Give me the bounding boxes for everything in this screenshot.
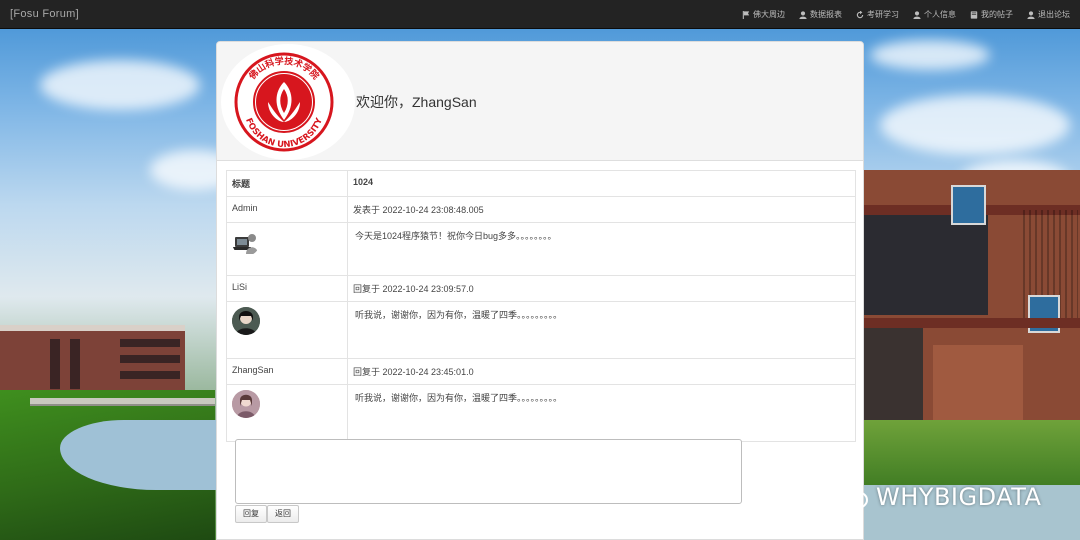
wechat-icon [833, 483, 868, 510]
nav-item-label: 数据报表 [810, 10, 842, 19]
post-meta: 回复于 2022-10-24 23:45:01.0 [347, 358, 856, 385]
nav-item-study[interactable]: 考研学习 [856, 9, 899, 20]
reply-textarea[interactable] [235, 439, 742, 504]
watermark: WHYBIGDATA [832, 482, 1041, 512]
table-row: 听我说，谢谢你，因为有你，温暖了四季。。。。。。。。。 [226, 384, 856, 442]
campus-building-right [863, 170, 1080, 425]
table-row: 听我说，谢谢你，因为有你，温暖了四季。。。。。。。。。 [226, 301, 856, 359]
nav-item-logout[interactable]: 退出论坛 [1027, 9, 1070, 20]
avatar [232, 390, 260, 418]
user-icon [799, 10, 807, 19]
title-label: 标题 [226, 170, 348, 197]
forum-brand[interactable]: [Fosu Forum] [10, 8, 79, 20]
post-author: Admin [226, 196, 348, 223]
flag-icon [742, 10, 750, 19]
post-meta: 回复于 2022-10-24 23:09:57.0 [347, 275, 856, 302]
thread-table: 标题 1024 Admin 发表于 2022-10-24 23:08:48.00… [226, 170, 856, 442]
post-author: ZhangSan [226, 358, 348, 385]
nav-menu: 佛大周边 数据报表 考研学习 个人信息 我的帖子 退出论坛 [742, 9, 1070, 20]
avatar [232, 307, 260, 335]
reply-button[interactable]: 回复 [235, 505, 267, 523]
back-button[interactable]: 返回 [267, 505, 299, 523]
refresh-icon [856, 10, 864, 18]
nav-item-fosu-nearby[interactable]: 佛大周边 [742, 9, 785, 20]
table-row: 标题 1024 [226, 170, 856, 197]
post-meta: 发表于 2022-10-24 23:08:48.005 [347, 196, 856, 223]
post-author: LiSi [226, 275, 348, 302]
campus-building-left [0, 325, 185, 395]
book-icon [970, 10, 978, 19]
thread-title: 1024 [347, 170, 856, 197]
user-icon [1027, 10, 1035, 19]
table-row: LiSi 回复于 2022-10-24 23:09:57.0 [226, 275, 856, 302]
nav-item-label: 佛大周边 [753, 10, 785, 19]
panel-header: 佛山科学技术学院 FOSHAN UNIVERSITY 欢迎你，ZhangSan [217, 42, 863, 161]
nav-item-label: 退出论坛 [1038, 10, 1070, 19]
nav-item-label: 考研学习 [867, 10, 899, 19]
thread-panel: 佛山科学技术学院 FOSHAN UNIVERSITY 欢迎你，ZhangSan … [216, 41, 864, 540]
nav-item-profile[interactable]: 个人信息 [913, 9, 956, 20]
table-row: Admin 发表于 2022-10-24 23:08:48.005 [226, 196, 856, 223]
user-icon [913, 10, 921, 19]
table-row: 今天是1024程序猿节！祝你今日bug多多。。。。。。。。 [226, 222, 856, 276]
university-logo: 佛山科学技术学院 FOSHAN UNIVERSITY [221, 44, 355, 160]
nav-item-my-posts[interactable]: 我的帖子 [970, 9, 1013, 20]
table-row: ZhangSan 回复于 2022-10-24 23:45:01.0 [226, 358, 856, 385]
nav-item-data-report[interactable]: 数据报表 [799, 9, 842, 20]
nav-item-label: 个人信息 [924, 10, 956, 19]
welcome-message: 欢迎你，ZhangSan [356, 94, 477, 110]
nav-item-label: 我的帖子 [981, 10, 1013, 19]
post-content: 听我说，谢谢你，因为有你，温暖了四季。。。。。。。。。 [347, 301, 856, 359]
avatar [232, 228, 260, 256]
top-navbar: [Fosu Forum] 佛大周边 数据报表 考研学习 个人信息 我的帖子 退出… [0, 0, 1080, 29]
post-content: 今天是1024程序猿节！祝你今日bug多多。。。。。。。。 [347, 222, 856, 276]
post-content: 听我说，谢谢你，因为有你，温暖了四季。。。。。。。。。 [347, 384, 856, 442]
watermark-text: WHYBIGDATA [876, 483, 1042, 511]
